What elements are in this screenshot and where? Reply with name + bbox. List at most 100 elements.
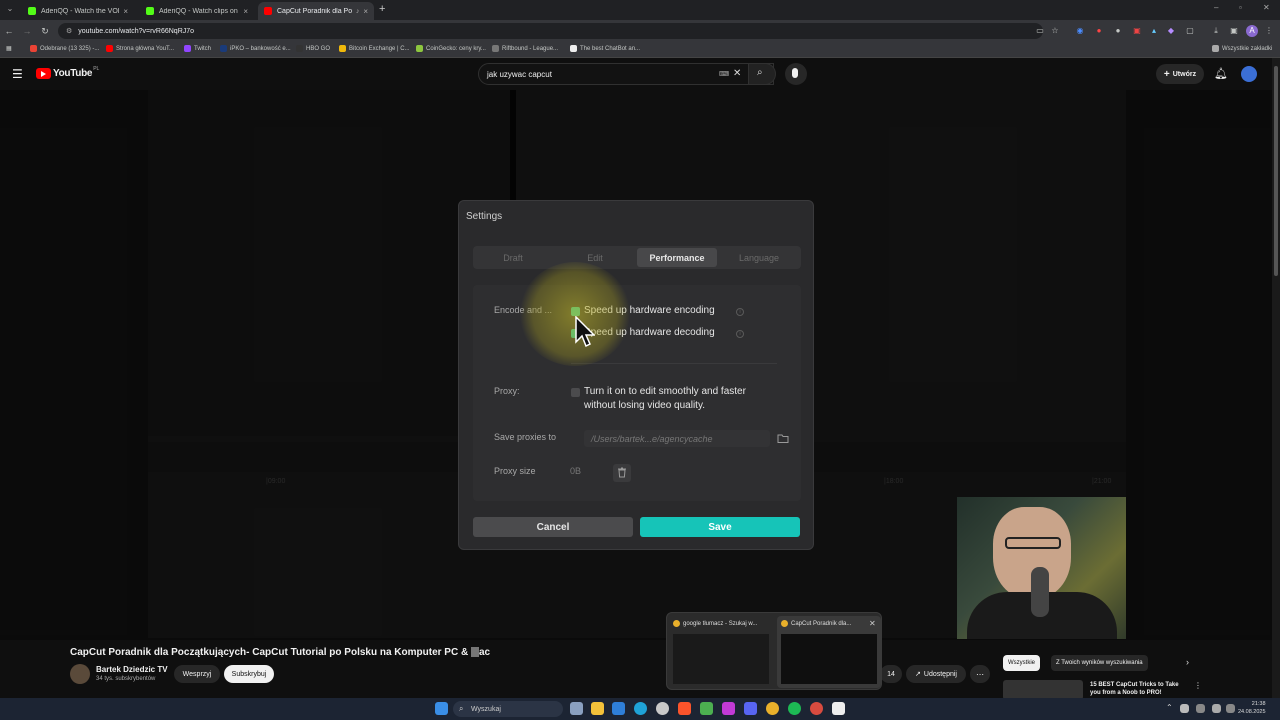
discord-icon[interactable] (744, 702, 757, 715)
extension-icon[interactable]: ▣ (1131, 25, 1143, 37)
reload-icon[interactable]: ↻ (36, 26, 54, 37)
tray-app-icon[interactable] (1212, 704, 1221, 713)
bookmark-twitch[interactable]: Twitch (184, 45, 211, 52)
browser-tab-2[interactable]: AderiQQ - Watch clips on Kick × (140, 2, 254, 20)
tray-overflow-icon[interactable]: ⌃ (1166, 703, 1173, 712)
spotify-icon[interactable] (788, 702, 801, 715)
windows-search-box[interactable]: ⌕ Wyszukaj (453, 701, 563, 717)
file-explorer-icon[interactable] (591, 702, 604, 715)
extension-icon[interactable]: ● (1093, 25, 1105, 37)
tab-edit[interactable]: Edit (555, 248, 635, 267)
account-avatar[interactable] (1241, 66, 1257, 82)
clear-search-icon[interactable]: ✕ (733, 68, 741, 79)
edge-icon[interactable] (634, 702, 647, 715)
tab-groups-icon[interactable]: ▣ (1228, 25, 1240, 37)
close-window-icon[interactable]: ✕ (1263, 3, 1270, 12)
bookmark-ipko[interactable]: iPKO – bankowość e... (220, 45, 291, 52)
address-bar[interactable]: ⚙ youtube.com/watch?v=rvR66NqRJ7o (58, 23, 1043, 39)
folder-icon[interactable] (774, 430, 792, 447)
app-icon[interactable] (700, 702, 713, 715)
save-button[interactable]: Save (640, 517, 800, 537)
info-icon[interactable]: i (736, 330, 744, 338)
browser-tab-1[interactable]: AderiQQ - Watch the VOD on Kick × (22, 2, 134, 20)
app-icon[interactable] (722, 702, 735, 715)
support-button[interactable]: Wesprzyj (174, 665, 220, 683)
task-view-icon[interactable] (570, 702, 583, 715)
close-tab-icon[interactable]: × (363, 7, 368, 16)
download-icon[interactable]: ⤓ (1210, 25, 1222, 37)
voice-search-button[interactable] (785, 63, 807, 85)
preview-window-1[interactable]: google tłumacz - Szukaj w... (669, 616, 773, 688)
proxy-checkbox[interactable] (571, 388, 580, 397)
windows-start-icon[interactable] (435, 702, 448, 715)
chrome-icon[interactable] (766, 702, 779, 715)
extension-icon[interactable]: ◉ (1074, 25, 1086, 37)
tray-app-icon[interactable] (1180, 704, 1189, 713)
search-input[interactable]: jak uzywac capcut ⌨ ✕ (478, 63, 774, 85)
share-button[interactable]: ↗ Udostępnij (906, 665, 966, 683)
opera-icon[interactable] (656, 702, 669, 715)
search-button[interactable]: ⌕ (748, 63, 776, 85)
bookmark-star-icon[interactable]: ☆ (1049, 25, 1061, 37)
extensions-puzzle-icon[interactable]: ▢ (1184, 25, 1196, 37)
channel-avatar[interactable] (70, 664, 90, 684)
bookmark-coingecko[interactable]: CoinGecko: ceny kry... (416, 45, 486, 52)
hardware-encoding-checkbox[interactable] (571, 307, 580, 316)
browser-tab-3[interactable]: CapCut Poradnik dla Początkujących ♪ × (258, 2, 374, 20)
back-icon[interactable]: ← (0, 26, 18, 36)
new-tab-button[interactable]: + (379, 3, 385, 15)
tab-search-icon[interactable]: ⌄ (4, 4, 16, 16)
chip-all[interactable]: Wszystkie (1003, 655, 1040, 671)
chip-from-search[interactable]: Z Twoich wyników wyszukiwania (1051, 655, 1148, 671)
related-video-thumbnail[interactable] (1003, 680, 1083, 700)
profile-avatar[interactable]: A (1246, 25, 1258, 37)
close-preview-icon[interactable]: ✕ (869, 619, 876, 628)
system-clock[interactable]: 21:38 24.08.2025 (1238, 700, 1266, 716)
speaker-icon[interactable]: ♪ (356, 8, 360, 15)
keyboard-icon[interactable]: ⌨ (719, 70, 729, 78)
related-more-icon[interactable]: ⋮ (1194, 681, 1202, 690)
create-button[interactable]: + Utwórz (1156, 64, 1204, 84)
tab-performance[interactable]: Performance (637, 248, 717, 267)
bookmark-youtube[interactable]: Strona główna YouT... (106, 45, 174, 52)
menu-dots-icon[interactable]: ⋮ (1263, 25, 1275, 37)
maximize-window-icon[interactable]: ▫ (1239, 3, 1242, 12)
brave-icon[interactable] (678, 702, 691, 715)
bookmark-bitcoin[interactable]: Bitcoin Exchange | C... (339, 45, 410, 52)
cast-icon[interactable]: ▭ (1034, 25, 1046, 37)
bookmark-riftbound[interactable]: Riftbound - League... (492, 45, 558, 52)
more-actions-icon[interactable]: ⋯ (970, 665, 990, 683)
youtube-logo[interactable]: YouTube PL (36, 66, 99, 79)
hamburger-menu-icon[interactable]: ☰ (12, 67, 23, 81)
proxy-path-field[interactable]: /Users/bartek...e/agencycache (584, 430, 770, 447)
apps-grid-icon[interactable]: ▦ (6, 45, 12, 52)
chrome-icon[interactable] (810, 702, 823, 715)
related-video-title[interactable]: 15 BEST CapCut Tricks to Take you from a… (1090, 681, 1190, 697)
all-bookmarks[interactable]: Wszystkie zakładki (1212, 45, 1272, 52)
like-count-button[interactable]: 14 (880, 665, 902, 683)
notifications-bell-icon[interactable]: 🔔︎ (1214, 67, 1228, 80)
scrollbar-thumb[interactable] (1274, 66, 1278, 276)
bookmark-chatbot[interactable]: The best ChatBot an... (570, 45, 640, 52)
subscribe-button[interactable]: Subskrybuj (224, 665, 274, 683)
forward-icon[interactable]: → (18, 26, 36, 36)
bookmark-hbo[interactable]: HBO GO (296, 45, 330, 52)
capcut-icon[interactable] (832, 702, 845, 715)
extension-icon[interactable]: ▴ (1148, 25, 1160, 37)
preview-window-2[interactable]: CapCut Poradnik dla... ✕ (777, 616, 881, 688)
extension-icon[interactable]: ● (1112, 25, 1124, 37)
tray-app-icon[interactable] (1196, 704, 1205, 713)
trash-icon[interactable] (613, 464, 631, 482)
close-tab-icon[interactable]: × (243, 7, 248, 16)
bookmark-gmail[interactable]: Odebrane (13 325) -... (30, 45, 99, 52)
chips-next-icon[interactable]: › (1186, 657, 1189, 667)
tab-draft[interactable]: Draft (473, 248, 553, 267)
cancel-button[interactable]: Cancel (473, 517, 633, 537)
channel-name[interactable]: Bartek Dziedzic TV (96, 665, 168, 674)
store-icon[interactable] (612, 702, 625, 715)
minimize-window-icon[interactable]: – (1214, 3, 1218, 12)
tab-language[interactable]: Language (719, 248, 799, 267)
info-icon[interactable]: i (736, 308, 744, 316)
site-info-icon[interactable]: ⚙ (66, 27, 72, 35)
close-tab-icon[interactable]: × (123, 7, 128, 16)
